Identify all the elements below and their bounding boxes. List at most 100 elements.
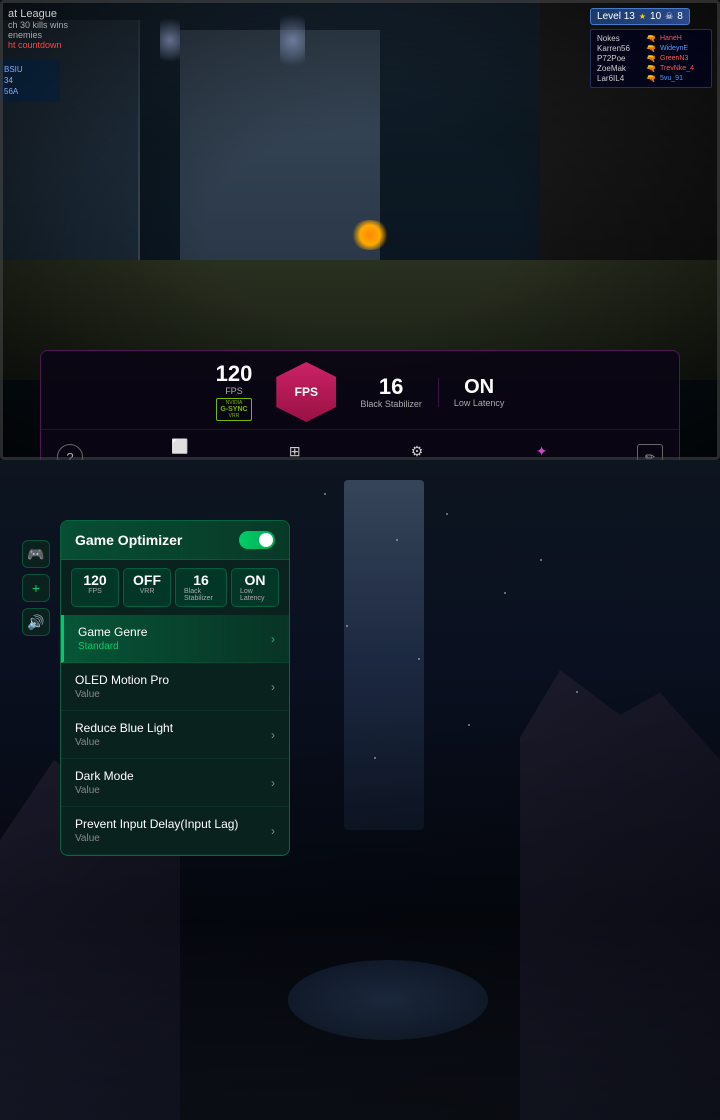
stats-row: 120 FPS NVIDIA G-SYNC VRR FPS 16 Black S… [41,351,679,429]
building-center [180,30,380,260]
screen-size-control[interactable]: ⬜ OFF Screen Size [158,434,201,460]
player5-score: 5vu_91 [660,75,705,82]
chevron-right-icon: › [271,632,275,646]
black-stab-stat: 16 Black Stabilizer [344,372,438,413]
skull-count: 8 [677,11,683,22]
building-left [0,20,140,280]
gsync-badge: NVIDIA G-SYNC VRR [216,398,251,421]
chevron-right-icon: › [271,728,275,742]
game-genre-name: Game Genre [78,625,147,639]
oled-motion-name: OLED Motion Pro [75,673,169,687]
score-row: ZoeMak 🔫 TrevNke_4 [597,64,705,73]
toggle-knob [259,533,273,547]
kills-text: ch 30 kills wins [8,20,68,30]
menu-item-left: Reduce Blue Light Value [75,721,173,748]
mini-vrr-value: OFF [133,573,161,587]
menu-item-game-genre[interactable]: Game Genre Standard › [61,615,289,663]
fog-overlay [0,920,720,1120]
panel-header: Game Optimizer [61,521,289,560]
mini-black-stab-value: 16 [193,573,209,587]
menu-item-oled-motion[interactable]: OLED Motion Pro Value › [61,663,289,711]
scoreboard: Nokes 🔫 HaneH Karren56 🔫 WideynE P72Poe … [590,29,712,88]
menu-item-prevent-input-delay[interactable]: Prevent Input Delay(Input Lag) Value › [61,807,289,855]
dark-mode-name: Dark Mode [75,769,134,783]
hud-left-side: BSIU3456A [0,60,60,102]
player1-name: Nokes [597,34,642,43]
game-background: at League ch 30 kills wins enemies ht co… [0,0,720,460]
latency-stat: ON Low Latency [438,373,521,412]
star-count: 10 [650,11,661,22]
player5-name: Lar6IL4 [597,74,642,83]
latency-value: ON [464,377,494,397]
dark-mode-value: Value [75,785,134,796]
level-text: Level 13 [597,11,635,22]
side-text: BSIU3456A [4,64,56,98]
menu-item-dark-mode[interactable]: Dark Mode Value › [61,759,289,807]
game-optimizer-panel: Game Optimizer 120 FPS OFF VRR 16 Black … [60,520,290,856]
light-1 [160,10,180,70]
player4-name: ZoeMak [597,64,642,73]
gsync-text: G-SYNC [220,406,247,413]
mini-fps-value: 120 [83,573,106,587]
mini-black-stab-label: Black Stabilizer [184,588,218,602]
player2-score: WideynE [660,45,705,52]
mini-vrr-label: VRR [140,588,155,595]
equalizer-icon: ⚙ [405,440,429,461]
help-button[interactable]: ? [57,444,83,460]
menu-item-left: Game Genre Standard [78,625,147,652]
waterfall [344,480,424,830]
bottom-game-section: 🎮 + 🔊 Game Optimizer 120 FPS OFF VRR 16 … [0,460,720,1120]
left-sidebar: 🎮 + 🔊 [22,540,50,636]
game-hud-overlay: 120 FPS NVIDIA G-SYNC VRR FPS 16 Black S… [40,350,680,460]
chevron-right-icon: › [271,776,275,790]
chevron-right-icon: › [271,680,275,694]
countdown-text: ht countdown [8,40,68,50]
edit-button[interactable]: ✏ [637,444,663,460]
mini-latency-value: ON [245,573,266,587]
game-genre-value: Standard [78,641,147,652]
hud-top-left: at League ch 30 kills wins enemies ht co… [8,8,68,50]
all-settings-control[interactable]: ✦ All Settings [522,440,562,461]
menu-item-left: OLED Motion Pro Value [75,673,169,700]
toggle-switch[interactable] [239,531,275,549]
score-row: Lar6IL4 🔫 5vu_91 [597,74,705,83]
mini-vrr-stat: OFF VRR [123,568,171,607]
level-badge: Level 13 ★ 10 ☠ 8 [590,8,690,25]
multi-view-control[interactable]: ⊞ Multi-view [277,440,313,461]
score-row: Karren56 🔫 WideynE [597,44,705,53]
menu-item-left: Prevent Input Delay(Input Lag) Value [75,817,238,844]
mini-fps-label: FPS [88,588,102,595]
mini-latency-stat: ON Low Latency [231,568,279,607]
plus-icon-button[interactable]: + [22,574,50,602]
muzzle-flash [350,220,390,250]
controls-row: ? ⬜ OFF Screen Size ⊞ Multi-view ⚙ Game … [41,429,679,460]
screen-size-icon: ⬜ [168,434,192,458]
gamepad-icon-button[interactable]: 🎮 [22,540,50,568]
mini-fps-stat: 120 FPS [71,568,119,607]
enemies-text: enemies [8,30,68,40]
player3-name: P72Poe [597,54,642,63]
mini-latency-label: Low Latency [240,588,270,602]
light-2 [280,5,305,75]
fps-value: 120 [216,363,253,385]
black-stab-value: 16 [379,376,403,398]
black-stab-label: Black Stabilizer [360,399,422,409]
oled-motion-value: Value [75,689,169,700]
player4-score: TrevNke_4 [660,65,705,72]
skull-icon: ☠ [665,11,673,22]
score-row: Nokes 🔫 HaneH [597,34,705,43]
score-row: P72Poe 🔫 GreenN3 [597,54,705,63]
panel-title: Game Optimizer [75,532,182,548]
chevron-right-icon: › [271,824,275,838]
menu-item-reduce-blue-light[interactable]: Reduce Blue Light Value › [61,711,289,759]
volume-icon-button[interactable]: 🔊 [22,608,50,636]
league-text: at League [8,8,68,20]
mini-black-stab-stat: 16 Black Stabilizer [175,568,227,607]
fps-center-label: FPS [295,385,318,399]
reduce-blue-light-name: Reduce Blue Light [75,721,173,735]
game-optimizer-control[interactable]: ⚙ Game Optimizer [388,440,446,461]
mini-stats-row: 120 FPS OFF VRR 16 Black Stabilizer ON L… [61,560,289,615]
latency-label: Low Latency [454,398,505,408]
reduce-blue-light-value: Value [75,737,173,748]
fps-center-hex: FPS [276,362,336,422]
